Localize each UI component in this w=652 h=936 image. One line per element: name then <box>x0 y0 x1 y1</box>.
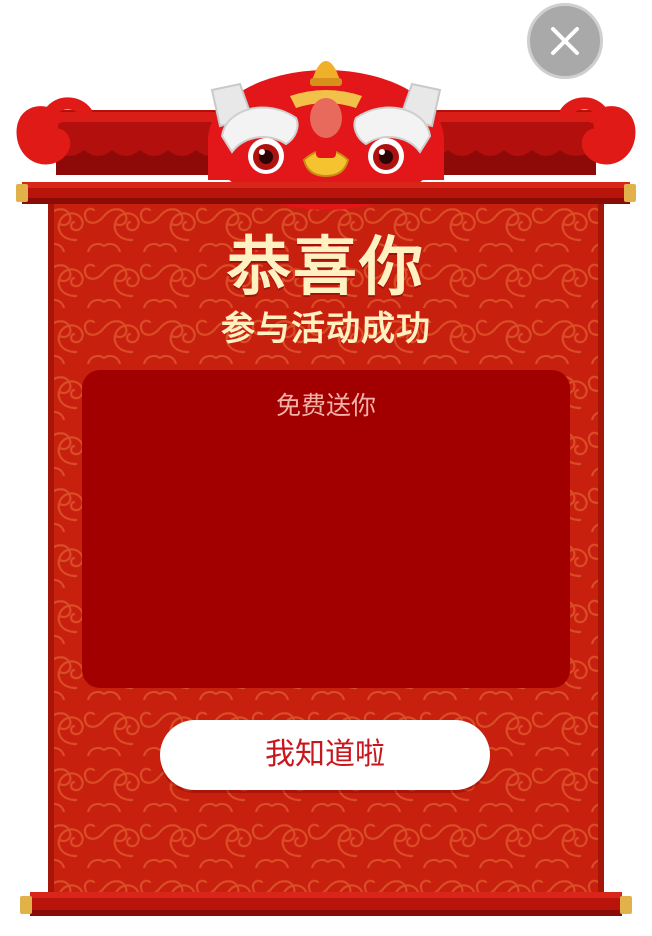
prize-panel: 免费送你 <box>82 370 570 688</box>
close-icon <box>551 27 579 55</box>
scroll-bottom-rod <box>20 892 632 916</box>
confirm-button[interactable]: 我知道啦 <box>160 720 490 790</box>
dialog-title: 恭喜你 <box>227 231 425 305</box>
close-button[interactable] <box>527 3 603 79</box>
popup-dialog: 恭喜你 参与活动成功 免费送你 我知道啦 <box>0 0 652 936</box>
prize-caption: 免费送你 <box>275 391 376 420</box>
dialog-subtitle: 参与活动成功 <box>221 309 431 349</box>
